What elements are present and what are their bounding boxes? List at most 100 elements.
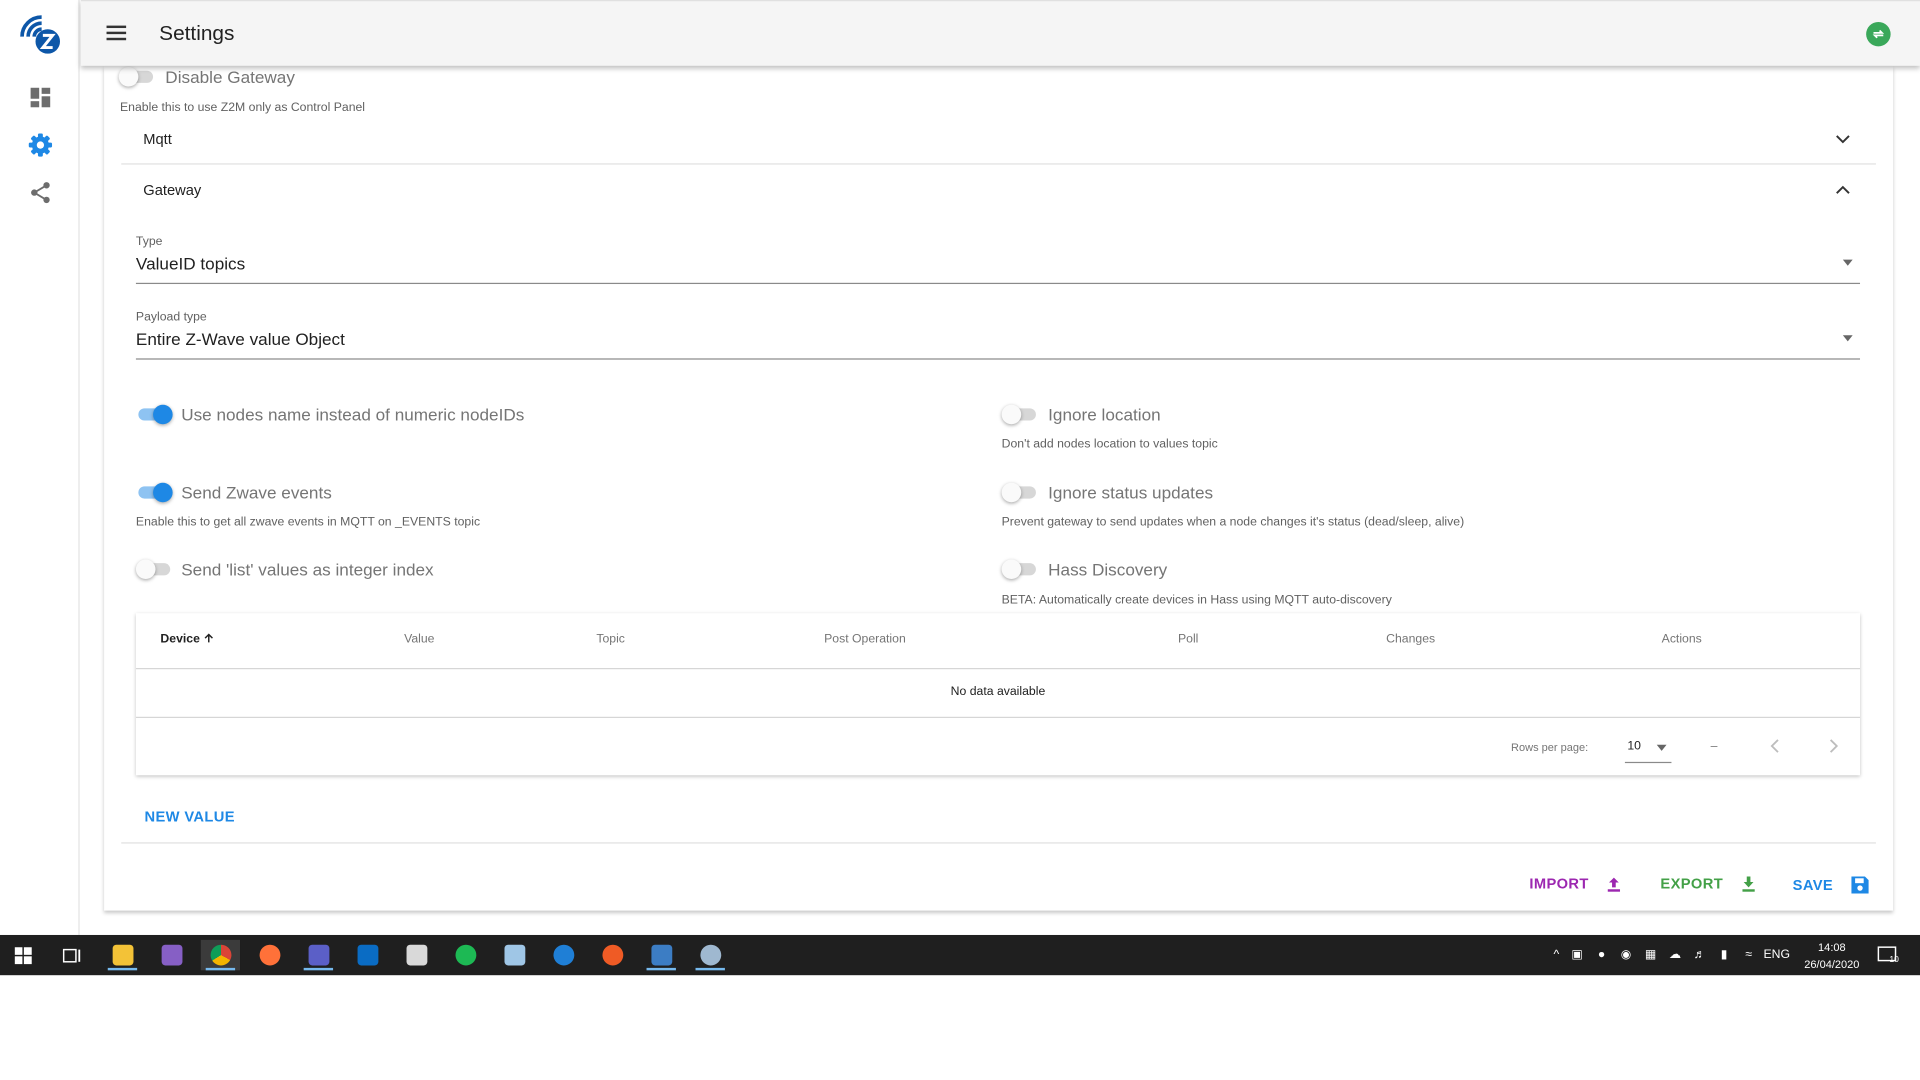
taskbar-file-explorer[interactable]	[103, 940, 142, 971]
postman-icon	[601, 944, 623, 966]
save-label: SAVE	[1792, 876, 1834, 894]
system-clock[interactable]: 14:08 26/04/2020	[1798, 939, 1867, 973]
taskbar-teams[interactable]	[299, 940, 338, 971]
notification-count: 10	[1889, 955, 1899, 965]
taskbar-notepad[interactable]	[495, 940, 534, 970]
list-integer-switch[interactable]	[135, 559, 173, 580]
send-events-label: Send Zwave events	[181, 482, 332, 503]
screen: Settings Disable Gateway Enable this to …	[0, 0, 1920, 1080]
sidebar-item-settings[interactable]	[27, 132, 54, 159]
clock-date: 26/04/2020	[1804, 958, 1860, 971]
column-header-actions[interactable]: Actions	[1662, 633, 1702, 646]
zwave-logo-icon[interactable]	[17, 12, 64, 56]
chrome-icon	[210, 944, 231, 966]
rows-per-page-select[interactable]: 10	[1624, 734, 1672, 764]
column-header-device[interactable]: Device	[160, 633, 214, 646]
battery-icon[interactable]: ▮	[1712, 948, 1736, 961]
language-indicator[interactable]: ENG	[1761, 948, 1793, 961]
wifi-icon[interactable]: ≈	[1736, 948, 1760, 961]
windows-start-icon	[14, 946, 32, 964]
menu-button[interactable]	[105, 22, 127, 44]
column-header-post-operation[interactable]: Post Operation	[824, 633, 906, 646]
sidebar-item-dashboard[interactable]	[27, 84, 54, 111]
teams-icon	[307, 944, 329, 966]
firefox-icon	[258, 944, 280, 966]
column-header-topic[interactable]: Topic	[596, 633, 625, 646]
page-title: Settings	[159, 21, 235, 46]
taskbar-postman[interactable]	[593, 940, 632, 970]
type-select[interactable]: Type ValueID topics	[135, 235, 1861, 285]
panel-mqtt[interactable]: Mqtt	[121, 115, 1876, 165]
action-center-button[interactable]: 10	[1877, 935, 1904, 975]
import-label: IMPORT	[1529, 875, 1589, 893]
tray-icon-app[interactable]: ●	[1589, 948, 1613, 961]
import-button[interactable]: IMPORT	[1529, 875, 1623, 892]
gear-icon	[28, 133, 53, 157]
ignore-status-switch[interactable]	[1001, 482, 1039, 503]
upload-icon	[1608, 877, 1621, 892]
sidebar-item-network[interactable]	[27, 179, 54, 206]
hass-discovery-label: Hass Discovery	[1048, 559, 1168, 580]
export-button[interactable]: EXPORT	[1660, 875, 1757, 892]
volume-icon[interactable]: ♬	[1687, 948, 1711, 961]
visual-studio-icon	[161, 944, 182, 966]
ignore-location-label: Ignore location	[1048, 404, 1161, 425]
use-names-switch[interactable]	[136, 404, 173, 425]
taskbar-chrome[interactable]	[200, 939, 241, 971]
notepad-icon	[503, 944, 525, 966]
tray-icon-teams[interactable]: ▦	[1638, 948, 1662, 961]
disable-gateway-switch[interactable]	[118, 67, 156, 87]
taskbar-outlook[interactable]	[348, 940, 387, 970]
tray-icon-network-drive[interactable]: ▣	[1565, 948, 1589, 961]
send-events-switch[interactable]	[136, 482, 173, 503]
panel-gateway-title: Gateway	[143, 181, 202, 199]
chevron-left-icon[interactable]	[1767, 737, 1784, 754]
spotify-icon	[454, 944, 476, 966]
new-value-button[interactable]: NEW VALUE	[144, 808, 234, 825]
send-events-hint: Enable this to get all zwave events in M…	[135, 515, 481, 530]
dropdown-caret-icon	[1656, 744, 1667, 751]
use-names-label: Use nodes name instead of numeric nodeID…	[181, 404, 525, 425]
task-view-button[interactable]	[53, 940, 92, 970]
save-button[interactable]: SAVE	[1793, 875, 1870, 895]
tray-icon-sync[interactable]: ◉	[1614, 948, 1638, 961]
list-integer-label: Send 'list' values as integer index	[181, 559, 434, 580]
table-empty-message: No data available	[135, 669, 1861, 718]
payload-type-select[interactable]: Payload type Entire Z-Wave value Object	[135, 311, 1861, 360]
snipping-tool-icon	[405, 944, 427, 966]
taskbar-visual-studio[interactable]	[152, 940, 191, 970]
clock-time: 14:08	[1818, 941, 1846, 954]
column-header-value[interactable]: Value	[404, 633, 434, 646]
start-button[interactable]	[4, 940, 43, 970]
rows-per-page-label: Rows per page:	[1511, 741, 1589, 754]
disable-gateway-label: Disable Gateway	[165, 67, 295, 87]
hamburger-icon	[106, 25, 127, 41]
taskbar-paint[interactable]	[691, 940, 730, 971]
task-view-icon	[62, 948, 81, 962]
ignore-location-switch[interactable]	[1001, 404, 1039, 425]
taskbar-vscode-remote[interactable]	[642, 940, 681, 971]
taskbar-spotify[interactable]	[446, 940, 485, 970]
chevron-up-icon[interactable]: ^	[1548, 948, 1565, 961]
panel-mqtt-title: Mqtt	[143, 130, 172, 148]
vscode-remote-icon	[650, 944, 672, 966]
pagination-range: –	[1710, 739, 1718, 754]
connection-status-icon[interactable]	[1866, 21, 1891, 47]
values-table: Device Value Topic Post Operation Poll C…	[135, 613, 1861, 776]
ignore-status-hint: Prevent gateway to send updates when a n…	[1001, 515, 1465, 530]
taskbar-snipping-tool[interactable]	[397, 940, 436, 970]
column-header-changes[interactable]: Changes	[1386, 633, 1435, 646]
divider	[121, 842, 1876, 844]
column-header-poll[interactable]: Poll	[1178, 633, 1198, 646]
chevron-right-icon[interactable]	[1825, 737, 1842, 754]
taskbar-edge[interactable]	[544, 940, 583, 970]
edge-icon	[552, 944, 574, 966]
hass-discovery-switch[interactable]	[1001, 559, 1039, 580]
taskbar-firefox[interactable]	[250, 940, 289, 970]
disable-gateway-hint: Enable this to use Z2M only as Control P…	[120, 101, 366, 115]
table-header: Device Value Topic Post Operation Poll C…	[135, 613, 1861, 670]
outlook-icon	[356, 944, 378, 966]
type-select-label: Type	[135, 235, 163, 249]
tray-icon-onedrive[interactable]: ☁	[1663, 948, 1687, 961]
panel-gateway[interactable]: Gateway	[121, 166, 1876, 216]
